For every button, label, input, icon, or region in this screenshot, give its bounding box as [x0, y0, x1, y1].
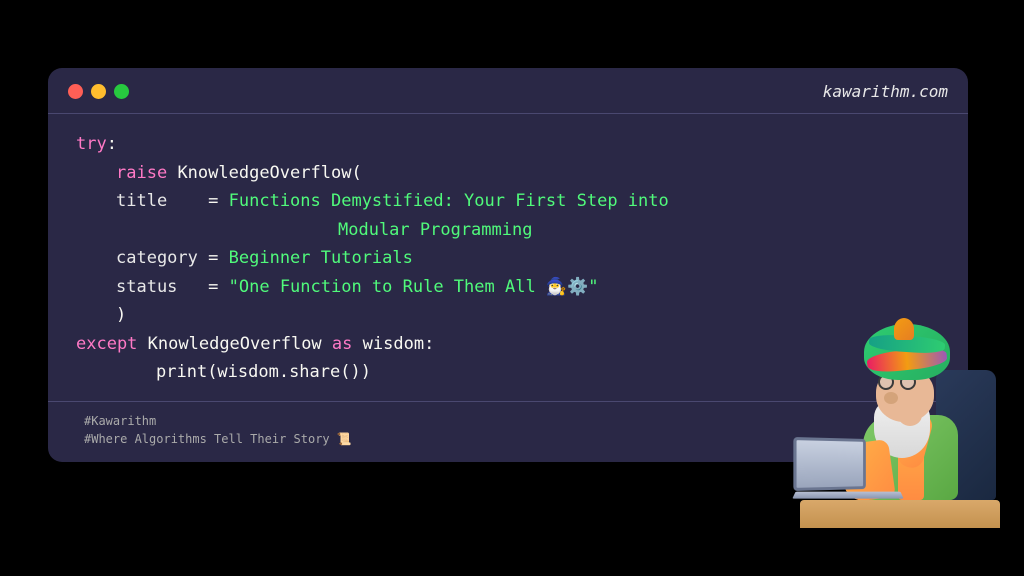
code-line-raise: raise KnowledgeOverflow( [76, 159, 940, 188]
site-name: kawarithm.com [823, 82, 948, 101]
param-category: category [116, 248, 198, 268]
minimize-icon[interactable] [91, 84, 106, 99]
keyword-raise: raise [116, 163, 167, 183]
keyword-as: as [332, 334, 352, 354]
title-value-line1: Functions Demystified: Your First Step i… [229, 191, 669, 211]
maximize-icon[interactable] [114, 84, 129, 99]
keyword-except: except [76, 334, 137, 354]
laptop-screen-icon [793, 437, 865, 491]
param-title: title [116, 191, 167, 211]
keyword-try: try [76, 134, 107, 154]
fn-print: print [156, 362, 207, 382]
share-call: (wisdom.share()) [207, 362, 371, 382]
desk-shape [800, 500, 1000, 528]
mascot-illustration [770, 318, 1000, 528]
var-wisdom: wisdom [363, 334, 424, 354]
code-line-try: try: [76, 130, 940, 159]
status-value: "One Function to Rule Them All 🧙‍♂️⚙️" [229, 277, 599, 297]
class-name: KnowledgeOverflow [177, 163, 351, 183]
code-line-title: title = Functions Demystified: Your Firs… [76, 187, 940, 216]
close-icon[interactable] [68, 84, 83, 99]
title-bar: kawarithm.com [48, 68, 968, 114]
hand-shape [898, 404, 922, 426]
traffic-lights [68, 84, 129, 99]
code-line-category: category = Beginner Tutorials [76, 244, 940, 273]
code-line-title-cont: Modular Programming [76, 216, 940, 245]
category-value: Beginner Tutorials [229, 248, 413, 268]
param-status: status [116, 277, 177, 297]
code-line-status: status = "One Function to Rule Them All … [76, 273, 940, 302]
laptop-base-icon [792, 492, 903, 499]
turban-shape [864, 324, 950, 380]
title-value-line2: Modular Programming [338, 220, 532, 240]
nose-shape [884, 392, 898, 404]
